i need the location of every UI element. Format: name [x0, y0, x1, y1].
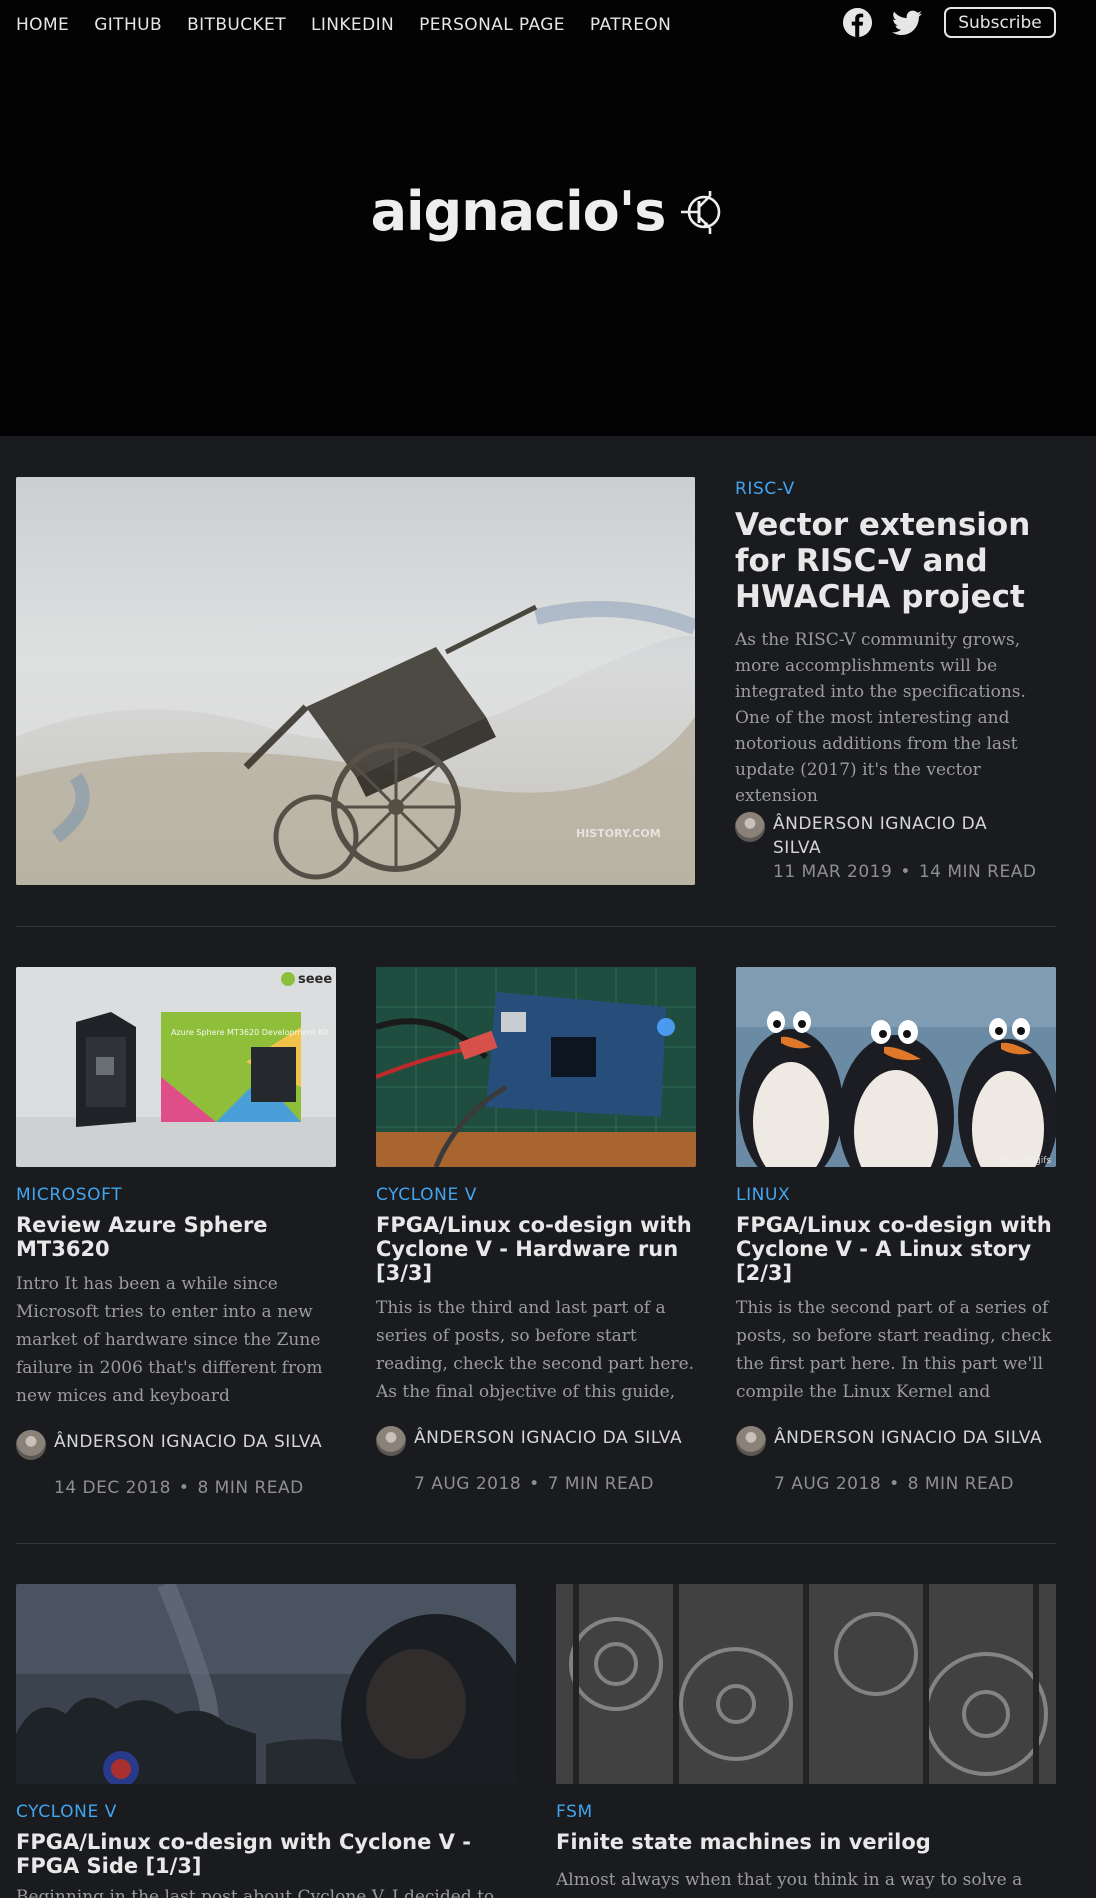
post-excerpt: This is the second part of a series of p…	[736, 1298, 1052, 1402]
post-meta: 11 MAR 2019 • 14 MIN READ	[773, 862, 1036, 882]
post-card[interactable]: CYCLONE V FPGA/Linux co-design with Cycl…	[376, 967, 696, 1494]
post-card[interactable]: CYCLONE V FPGA/Linux co-design with Cycl…	[16, 1584, 516, 1898]
featured-post-author: ÂNDERSON IGNACIO DA SILVA 11 MAR 2019 • 14…	[735, 812, 1055, 892]
post-excerpt: This is the third and last part of a ser…	[376, 1298, 695, 1402]
section-divider	[16, 1543, 1056, 1544]
post-image-brand: seee	[298, 972, 332, 987]
author-name[interactable]: ÂNDERSON IGNACIO DA SILVA	[54, 1430, 324, 1454]
post-image[interactable]: 9k.com/gifs	[736, 967, 1056, 1167]
post-card[interactable]: 9k.com/gifs LINUX FPGA/Linux co-design w…	[736, 967, 1056, 1494]
post-author: ÂNDERSON IGNACIO DA SILVA 7 AUG 2018 • 8 M…	[736, 1426, 1056, 1496]
fpga-board-photo	[376, 967, 696, 1167]
post-title[interactable]: FPGA/Linux co-design with Cyclone V - A …	[736, 1213, 1056, 1285]
avatar[interactable]	[376, 1426, 406, 1456]
post-excerpt: Intro It has been a while since Microsof…	[16, 1274, 323, 1406]
post-meta: 7 AUG 2018 • 8 MIN READ	[774, 1474, 1014, 1494]
author-name[interactable]: ÂNDERSON IGNACIO DA SILVA	[774, 1426, 1044, 1450]
cart-photo: HISTORY.COM	[16, 477, 695, 885]
post-image[interactable]	[16, 1584, 516, 1784]
featured-post-image[interactable]: HISTORY.COM	[16, 477, 695, 885]
avatar[interactable]	[16, 1430, 46, 1460]
machinery-photo	[556, 1584, 1056, 1784]
read-time: 8 MIN READ	[907, 1474, 1014, 1494]
post-image-caption: Azure Sphere MT3620 Development Kit	[171, 1028, 329, 1037]
avatar[interactable]	[735, 812, 765, 842]
post-title[interactable]: FPGA/Linux co-design with Cyclone V - FP…	[16, 1830, 516, 1878]
author-name[interactable]: ÂNDERSON IGNACIO DA SILVA	[773, 812, 1013, 860]
section-divider	[16, 926, 1056, 927]
post-image[interactable]	[556, 1584, 1056, 1784]
meta-separator: •	[889, 1474, 900, 1494]
post-card[interactable]: Azure Sphere MT3620 Development Kit seee…	[16, 967, 336, 1498]
post-date: 14 DEC 2018	[54, 1478, 171, 1498]
post-date: 7 AUG 2018	[774, 1474, 882, 1494]
meta-separator: •	[529, 1474, 540, 1494]
post-date: 7 AUG 2018	[414, 1474, 522, 1494]
post-meta: 14 DEC 2018 • 8 MIN READ	[54, 1478, 304, 1498]
meta-separator: •	[900, 862, 911, 882]
featured-post-title[interactable]: Vector extension for RISC-V and HWACHA p…	[735, 507, 1065, 615]
post-date: 11 MAR 2019	[773, 862, 893, 882]
read-time: 8 MIN READ	[197, 1478, 304, 1498]
post-title[interactable]: FPGA/Linux co-design with Cyclone V - Ha…	[376, 1213, 696, 1285]
post-image-watermark: 9k.com/gifs	[999, 1156, 1051, 1166]
azure-sphere-photo: Azure Sphere MT3620 Development Kit seee	[16, 967, 336, 1167]
post-title[interactable]: Review Azure Sphere MT3620	[16, 1213, 336, 1261]
featured-image-watermark: HISTORY.COM	[576, 827, 661, 840]
post-image[interactable]	[376, 967, 696, 1167]
post-tag[interactable]: FSM	[556, 1802, 593, 1822]
post-excerpt: Almost always when that you think in a w…	[556, 1870, 1023, 1890]
post-tag[interactable]: LINUX	[736, 1185, 790, 1205]
post-card[interactable]: FSM Finite state machines in verilog Alm…	[556, 1584, 1056, 1898]
featured-post[interactable]: HISTORY.COM RISC-V Vector extension for …	[0, 0, 1096, 900]
post-image[interactable]: Azure Sphere MT3620 Development Kit seee	[16, 967, 336, 1167]
post-excerpt: Beginning in the last post about Cyclone…	[16, 1887, 495, 1898]
post-tag[interactable]: CYCLONE V	[376, 1185, 477, 1205]
post-tag[interactable]: MICROSOFT	[16, 1185, 122, 1205]
meta-separator: •	[178, 1478, 190, 1498]
post-author: ÂNDERSON IGNACIO DA SILVA 7 AUG 2018 • 7 M…	[376, 1426, 696, 1496]
featured-post-excerpt: As the RISC-V community grows, more acco…	[735, 630, 1026, 806]
avatar[interactable]	[736, 1426, 766, 1456]
post-tag[interactable]: CYCLONE V	[16, 1802, 117, 1822]
post-meta: 7 AUG 2018 • 7 MIN READ	[414, 1474, 654, 1494]
penguins-photo: 9k.com/gifs	[736, 967, 1056, 1167]
read-time: 14 MIN READ	[918, 862, 1037, 882]
read-time: 7 MIN READ	[547, 1474, 654, 1494]
author-name[interactable]: ÂNDERSON IGNACIO DA SILVA	[414, 1426, 684, 1450]
featured-post-tag[interactable]: RISC-V	[735, 479, 795, 499]
post-title[interactable]: Finite state machines in verilog	[556, 1830, 1056, 1854]
post-author: ÂNDERSON IGNACIO DA SILVA 14 DEC 2018 • 8 …	[16, 1430, 336, 1500]
storm-photo	[16, 1584, 516, 1784]
